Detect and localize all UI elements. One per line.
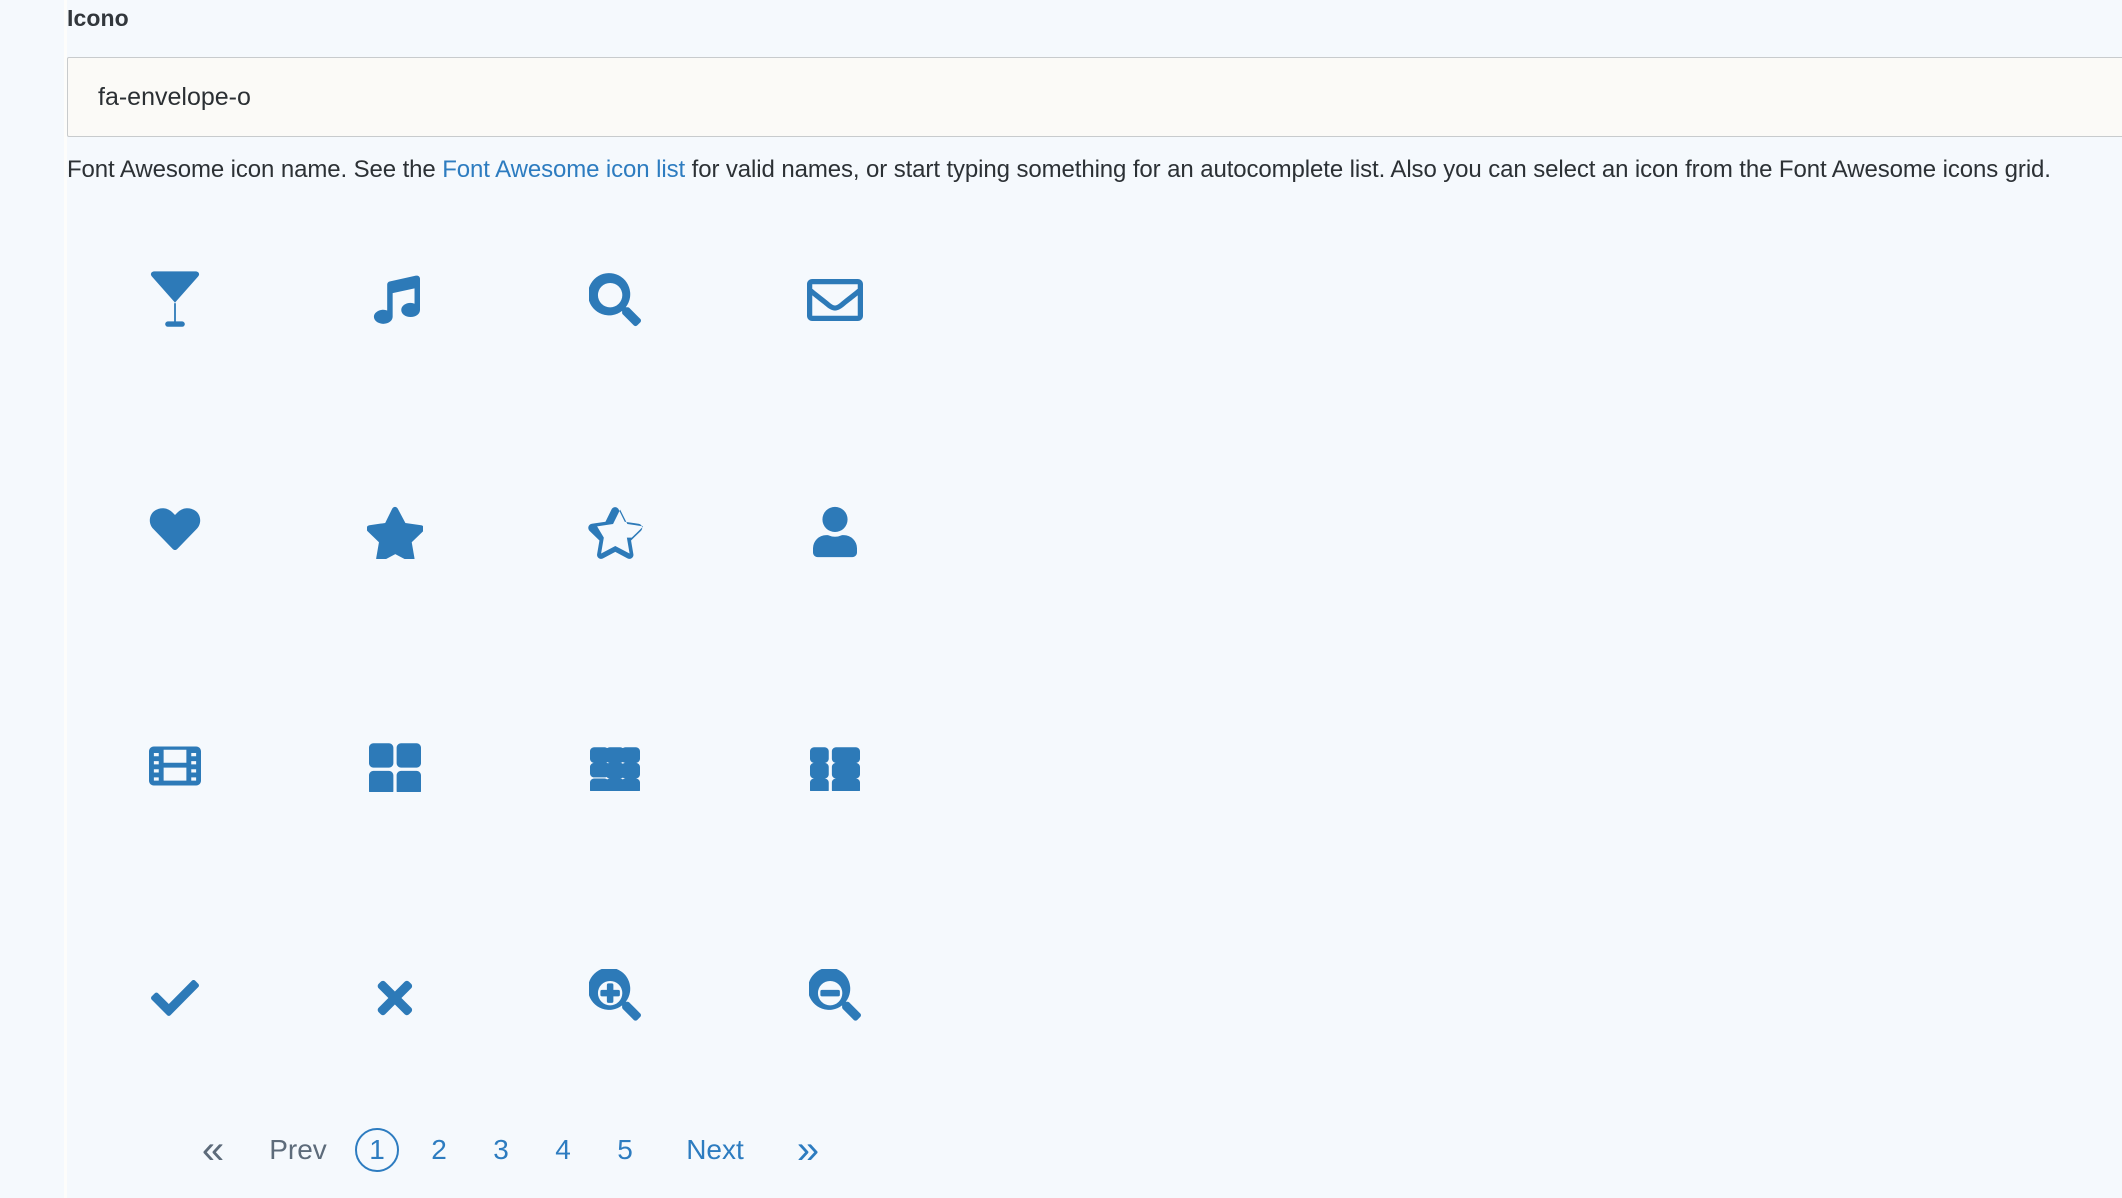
icon-cell-search-plus[interactable] [555,953,675,1043]
icon-cell-search[interactable] [555,255,675,345]
pagination-prev-button[interactable]: Prev [255,1134,341,1166]
icon-grid [67,215,987,1070]
icon-cell-heart[interactable] [115,487,235,577]
page-title: Icono [67,5,129,31]
times-icon [373,973,417,1023]
pagination-last-button[interactable]: » [780,1130,836,1170]
icon-cell-music[interactable] [335,255,455,345]
star-o-icon [587,505,643,559]
icon-cell-th-large[interactable] [335,721,455,811]
glass-icon [150,271,200,329]
icon-cell-envelope-o[interactable] [775,255,895,345]
search-minus-icon [809,969,861,1027]
pagination-page-5[interactable]: 5 [603,1134,647,1166]
pagination-first-button[interactable]: « [185,1130,241,1170]
icon-cell-star-o[interactable] [555,487,675,577]
help-text-before: Font Awesome icon name. See the [67,156,443,183]
film-icon [149,737,201,795]
icon-cell-film[interactable] [115,721,235,811]
icon-picker-panel: Icono Font Awesome icon name. See the Fo… [0,0,2122,1198]
icon-cell-search-minus[interactable] [775,953,895,1043]
star-icon [367,505,423,559]
user-icon [813,504,857,560]
help-text-after: for valid names, or start typing somethi… [685,156,2051,183]
pagination-page-3[interactable]: 3 [479,1134,523,1166]
icon-cell-user[interactable] [775,487,895,577]
icon-cell-th-list[interactable] [775,721,895,811]
check-icon [147,974,203,1022]
pagination: « Prev 1 2 3 4 5 Next » [185,1118,836,1182]
help-text: Font Awesome icon name. See the Font Awe… [67,156,2051,184]
icon-cell-times[interactable] [335,953,455,1043]
th-large-icon [369,740,421,792]
icon-name-input[interactable] [67,57,2122,137]
search-icon [589,271,641,329]
pagination-page-4[interactable]: 4 [541,1134,585,1166]
icon-cell-star[interactable] [335,487,455,577]
icon-cell-check[interactable] [115,953,235,1043]
pagination-page-2[interactable]: 2 [417,1134,461,1166]
pagination-next-button[interactable]: Next [672,1134,758,1166]
th-list-icon [807,741,863,791]
music-icon [370,271,420,329]
envelope-o-icon [807,272,863,328]
pagination-page-1[interactable]: 1 [355,1128,399,1172]
icon-cell-th[interactable] [555,721,675,811]
search-plus-icon [589,969,641,1027]
heart-icon [147,506,203,558]
font-awesome-icon-list-link[interactable]: Font Awesome icon list [442,156,685,183]
th-icon [587,741,643,791]
icon-cell-glass[interactable] [115,255,235,345]
